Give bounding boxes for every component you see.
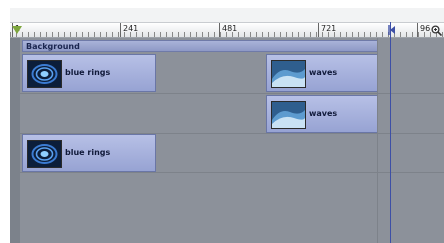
blue-rings-thumbnail — [27, 60, 62, 88]
clip-label: blue rings — [65, 148, 111, 157]
track-separator — [20, 172, 444, 173]
background-track-bar[interactable]: Background — [22, 40, 378, 52]
clip-label: waves — [309, 68, 338, 77]
timeline-panel: 1 241 481 721 96 Background blue rings w… — [10, 8, 444, 243]
ruler-label-241: 241 — [123, 24, 139, 33]
track-gutter — [10, 38, 20, 243]
ruler-major-tick — [417, 23, 418, 37]
track-column-divider — [377, 38, 378, 243]
clip-blue-rings[interactable]: blue rings — [22, 54, 156, 92]
ruler-major-tick — [318, 23, 319, 37]
track-separator — [20, 93, 444, 94]
clip-waves[interactable]: waves — [266, 54, 378, 92]
zoom-icon[interactable] — [431, 25, 442, 36]
blue-rings-thumbnail — [27, 140, 62, 168]
waves-thumbnail — [271, 101, 306, 129]
ruler-major-tick — [219, 23, 220, 37]
end-marker-line[interactable] — [390, 22, 391, 243]
playhead-marker[interactable] — [12, 26, 22, 34]
clip-label: waves — [309, 109, 338, 118]
clip-waves[interactable]: waves — [266, 95, 378, 133]
track-area: Background blue rings waves waves blue r… — [10, 38, 444, 243]
timeline-header-strip — [10, 8, 444, 23]
time-ruler[interactable]: 1 241 481 721 96 — [10, 23, 444, 38]
clip-label: blue rings — [65, 68, 111, 77]
ruler-major-tick — [120, 23, 121, 37]
ruler-label-96: 96 — [420, 24, 431, 33]
waves-thumbnail — [271, 60, 306, 88]
ruler-label-481: 481 — [222, 24, 238, 33]
clip-blue-rings[interactable]: blue rings — [22, 134, 156, 172]
ruler-label-721: 721 — [321, 24, 337, 33]
